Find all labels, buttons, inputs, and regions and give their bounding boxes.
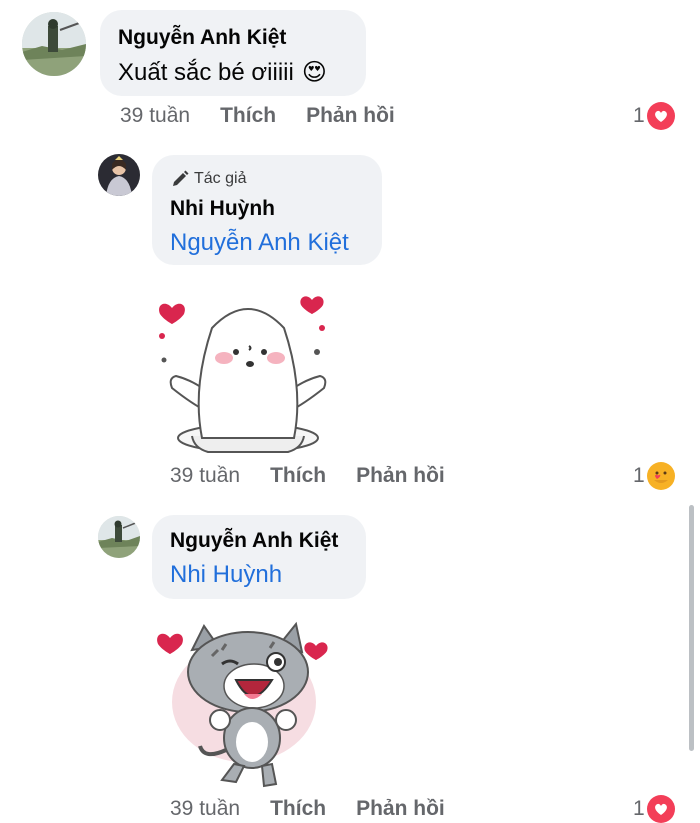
reaction-summary-2[interactable]: 1 bbox=[633, 462, 675, 490]
comment-actions-3: 39 tuần Thích Phản hồi bbox=[170, 797, 445, 821]
comment-actions-2: 39 tuần Thích Phản hồi bbox=[170, 464, 445, 488]
reply-button[interactable]: Phản hồi bbox=[356, 797, 445, 821]
scrollbar[interactable] bbox=[689, 505, 694, 751]
comment-time[interactable]: 39 tuần bbox=[120, 104, 190, 128]
avatar-photo-icon bbox=[98, 516, 140, 558]
comment-text: Xuất sắc bé ơiiiii bbox=[118, 58, 294, 86]
ghost-sticker bbox=[152, 288, 332, 463]
comment-bubble-3[interactable]: Nguyễn Anh Kiệt Nhi Huỳnh bbox=[152, 515, 366, 599]
comment-author[interactable]: Nhi Huỳnh bbox=[170, 197, 275, 221]
comment-time[interactable]: 39 tuần bbox=[170, 464, 240, 488]
avatar-nhi-huynh[interactable] bbox=[98, 154, 140, 196]
comment-bubble-2[interactable]: Tác giả Nhi Huỳnh Nguyễn Anh Kiệt bbox=[152, 155, 382, 265]
comment-author[interactable]: Nguyễn Anh Kiệt bbox=[170, 529, 338, 553]
pencil-icon bbox=[173, 170, 189, 186]
author-badge-label: Tác giả bbox=[194, 170, 247, 187]
avatar-photo-icon bbox=[98, 154, 140, 196]
cat-sticker bbox=[152, 620, 332, 795]
mention-link[interactable]: Nhi Huỳnh bbox=[170, 561, 282, 589]
reply-button[interactable]: Phản hồi bbox=[356, 464, 445, 488]
care-icon bbox=[646, 462, 675, 490]
reaction-count: 1 bbox=[633, 104, 645, 127]
comment-bubble-1[interactable]: Nguyễn Anh Kiệt Xuất sắc bé ơiiiii 😍 bbox=[100, 10, 366, 96]
like-button[interactable]: Thích bbox=[270, 464, 326, 488]
reaction-count: 1 bbox=[633, 797, 645, 820]
reaction-summary-1[interactable]: 1 bbox=[633, 102, 675, 130]
reaction-summary-3[interactable]: 1 bbox=[633, 795, 675, 823]
author-badge: Tác giả bbox=[170, 169, 246, 189]
heart-eyes-emoji: 😍 bbox=[301, 59, 327, 86]
love-icon bbox=[646, 102, 675, 130]
love-icon bbox=[646, 795, 675, 823]
like-button[interactable]: Thích bbox=[270, 797, 326, 821]
avatar-nguyen-anh-kiet[interactable] bbox=[98, 516, 140, 558]
reply-button[interactable]: Phản hồi bbox=[306, 104, 395, 128]
comment-author[interactable]: Nguyễn Anh Kiệt bbox=[118, 26, 286, 50]
comment-actions-1: 39 tuần Thích Phản hồi bbox=[120, 104, 395, 128]
comment-time[interactable]: 39 tuần bbox=[170, 797, 240, 821]
like-button[interactable]: Thích bbox=[220, 104, 276, 128]
mention-link[interactable]: Nguyễn Anh Kiệt bbox=[170, 229, 349, 257]
avatar-photo-icon bbox=[22, 12, 86, 76]
reaction-count: 1 bbox=[633, 464, 645, 487]
avatar-nguyen-anh-kiet[interactable] bbox=[22, 12, 86, 76]
